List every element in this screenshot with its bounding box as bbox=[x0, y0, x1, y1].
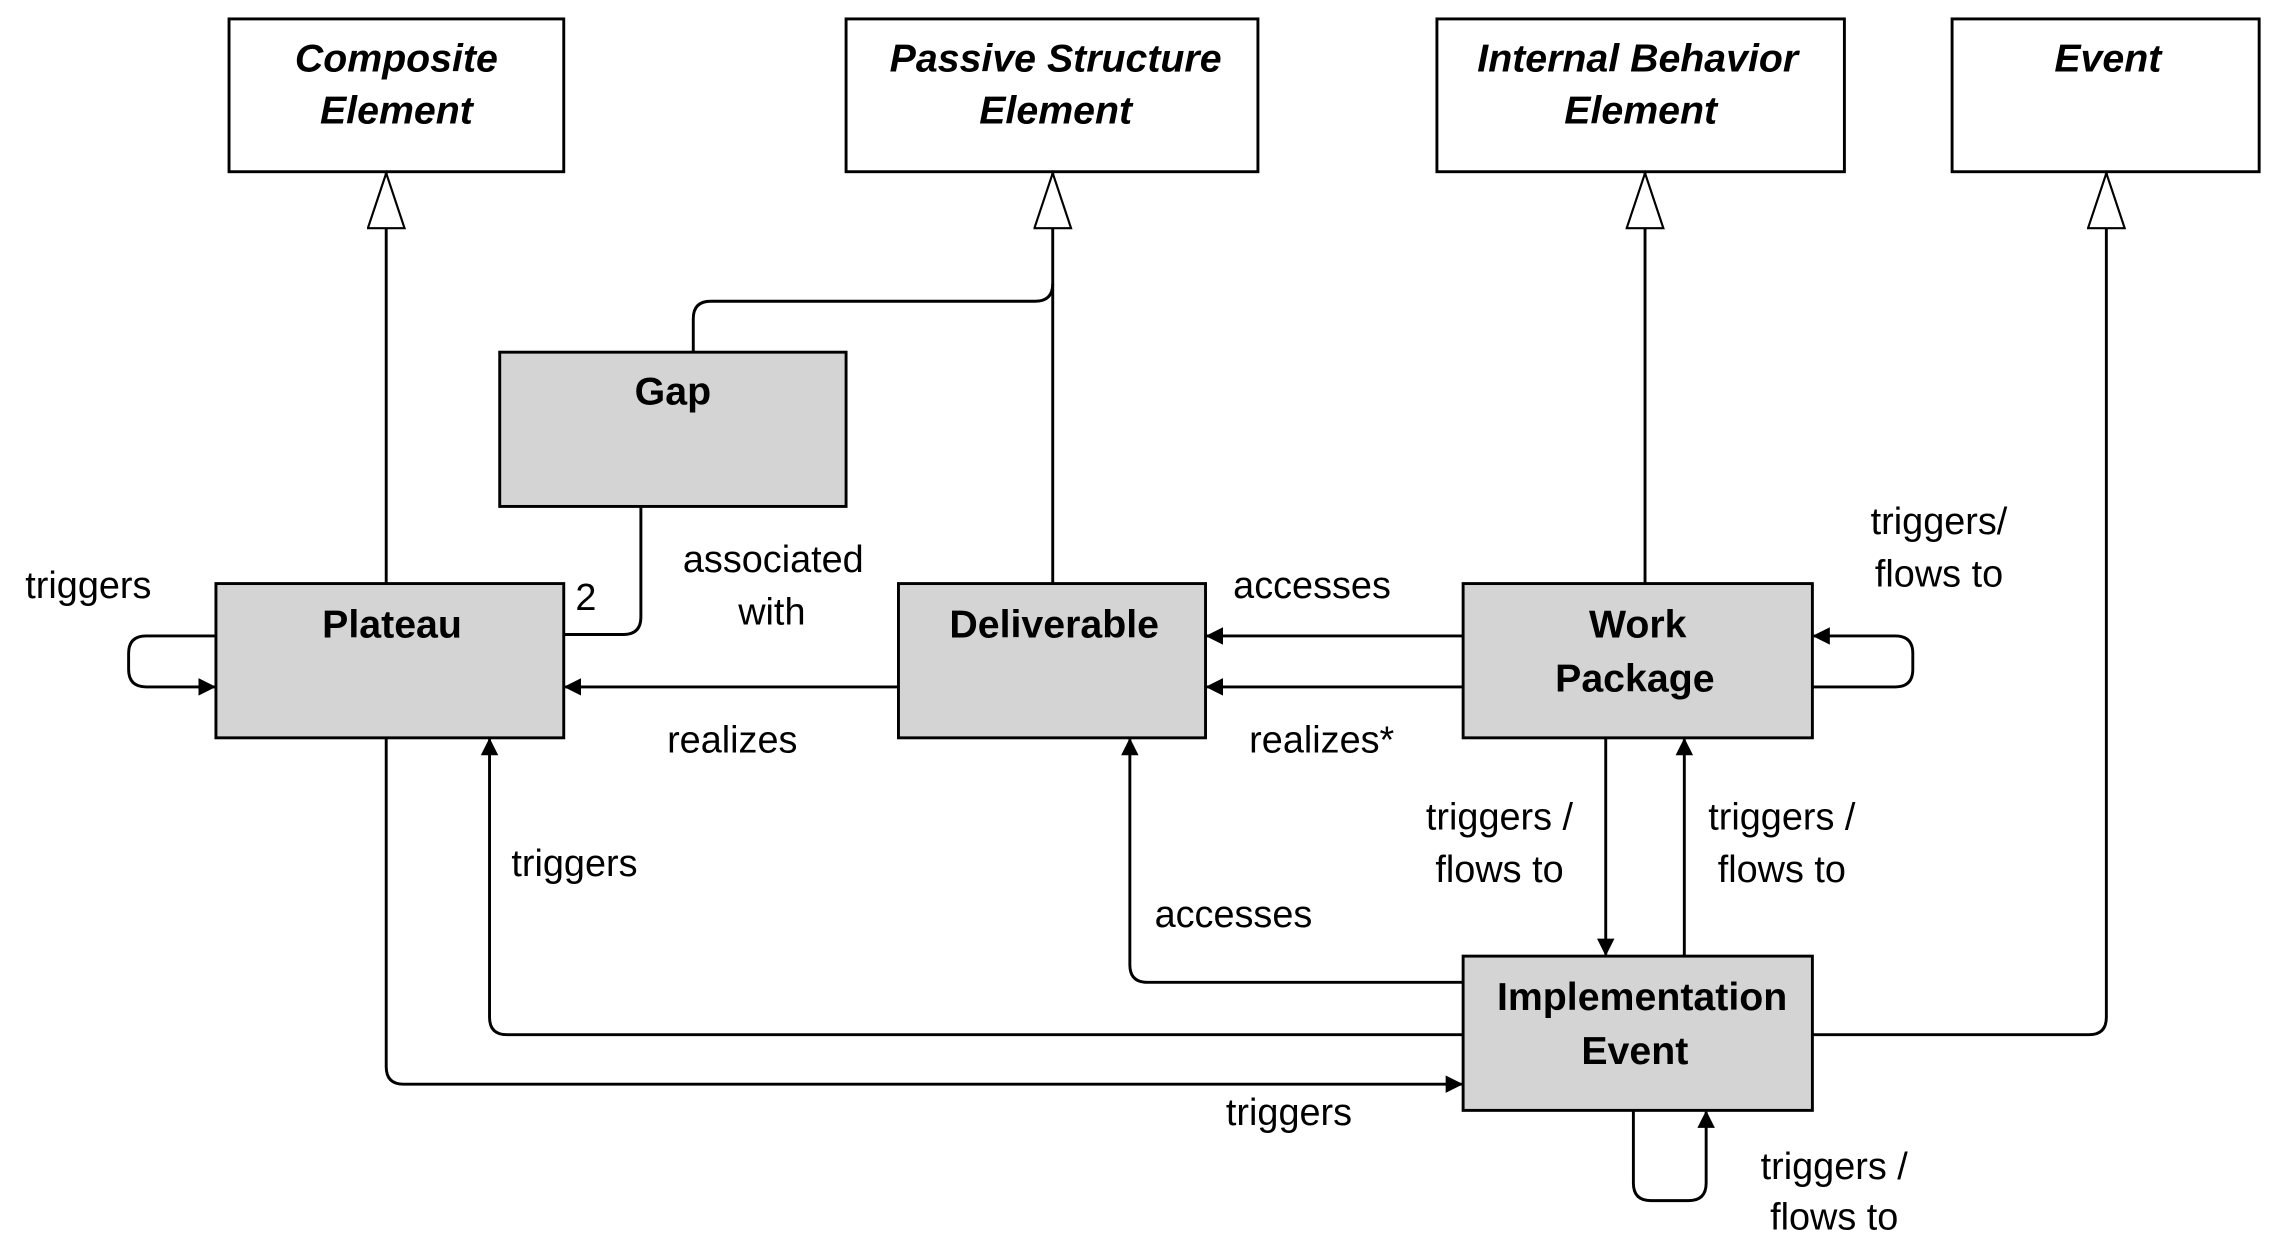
relation-label: realizes* bbox=[1249, 719, 1394, 761]
relation-label: flows to bbox=[1435, 849, 1563, 891]
relation-label: triggers / bbox=[1761, 1146, 1909, 1188]
relation-label: triggers bbox=[1226, 1092, 1352, 1134]
box-title: Work bbox=[1589, 602, 1687, 646]
composite-element-box[interactable]: Composite Element bbox=[227, 17, 566, 174]
multiplicity-label: 2 bbox=[575, 577, 596, 619]
box-title: Event bbox=[2054, 36, 2163, 80]
plateau-self-trigger bbox=[127, 634, 216, 696]
box-title: Passive Structure bbox=[890, 36, 1222, 80]
deliverable-box[interactable]: Deliverable bbox=[897, 582, 1207, 740]
box-title: Element bbox=[979, 89, 1134, 133]
box-title: Element bbox=[320, 89, 475, 133]
box-title: Plateau bbox=[322, 602, 462, 646]
box-title: Implementation bbox=[1497, 975, 1787, 1019]
internal-behavior-element-box[interactable]: Internal Behavior Element bbox=[1435, 17, 1846, 174]
wp-self-trigger bbox=[1812, 627, 1915, 689]
relation-label: realizes bbox=[667, 719, 797, 761]
relation-label: flows to bbox=[1718, 849, 1846, 891]
ie-accesses-deliverable bbox=[1121, 737, 1464, 984]
relation-label: with bbox=[737, 591, 805, 633]
passive-structure-element-box[interactable]: Passive Structure Element bbox=[844, 17, 1260, 174]
relation-label: accesses bbox=[1233, 565, 1391, 607]
relation-label: flows to bbox=[1875, 553, 2003, 595]
box-title: Gap bbox=[635, 370, 711, 414]
ie-triggers-plateau bbox=[480, 737, 1464, 1037]
box-title: Element bbox=[1564, 89, 1719, 133]
relation-label: accesses bbox=[1155, 894, 1313, 936]
relation-label: triggers bbox=[511, 843, 637, 885]
relation-label: triggers bbox=[25, 565, 151, 607]
gap-box[interactable]: Gap bbox=[498, 350, 848, 508]
box-title: Event bbox=[1581, 1029, 1688, 1073]
box-title: Internal Behavior bbox=[1477, 36, 1801, 80]
archimate-implementation-diagram: Composite Element Passive Structure Elem… bbox=[25, 17, 2261, 1239]
relation-label: associated bbox=[683, 539, 864, 581]
implementation-event-generalization bbox=[1812, 173, 2106, 1037]
event-box[interactable]: Event bbox=[1950, 17, 2261, 174]
plateau-box[interactable]: Plateau bbox=[214, 582, 566, 740]
box-title: Composite bbox=[295, 36, 498, 80]
relation-label: triggers / bbox=[1708, 797, 1856, 839]
box-title: Package bbox=[1555, 656, 1714, 700]
relation-label: triggers/ bbox=[1871, 501, 2008, 543]
relation-label: flows to bbox=[1770, 1197, 1898, 1239]
implementation-event-box[interactable]: Implementation Event bbox=[1461, 954, 1814, 1112]
ie-self-trigger bbox=[1631, 1110, 1715, 1203]
box-title: Deliverable bbox=[949, 602, 1159, 646]
gap-generalization bbox=[691, 283, 1055, 353]
work-package-box[interactable]: Work Package bbox=[1461, 582, 1814, 740]
relation-label: triggers / bbox=[1426, 797, 1574, 839]
